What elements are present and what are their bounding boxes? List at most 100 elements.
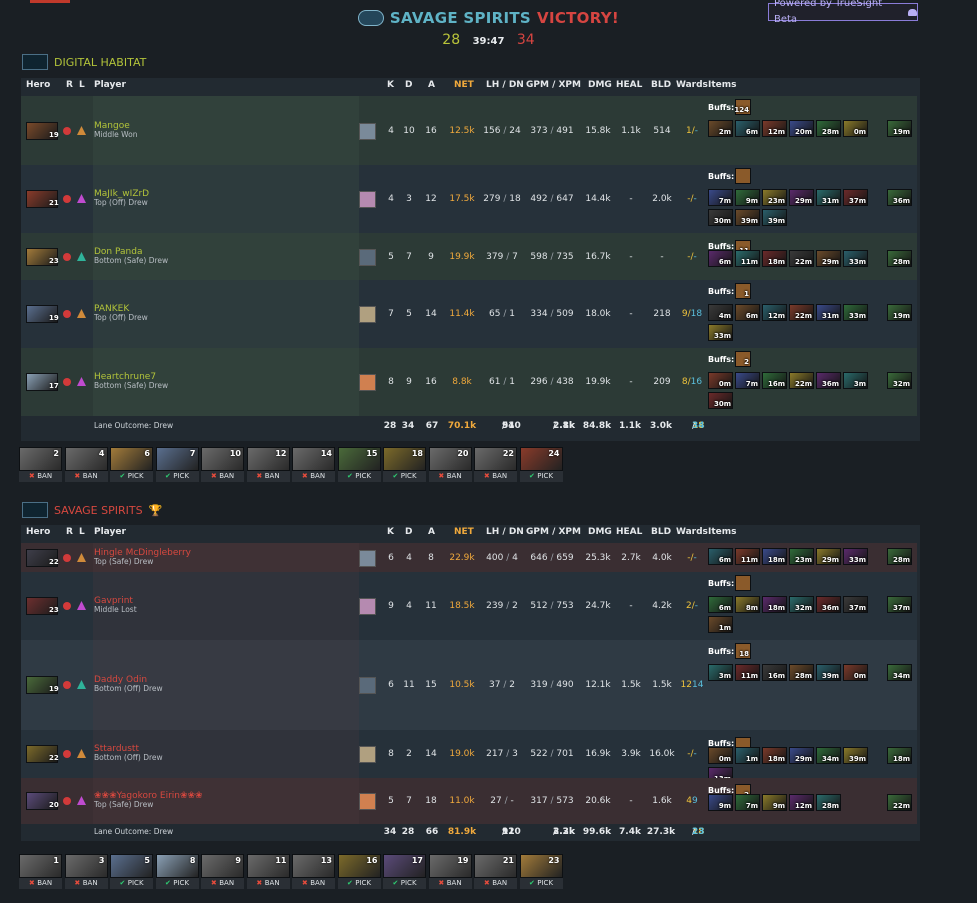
col-d[interactable]: D — [405, 80, 412, 90]
item-icon[interactable]: 12m — [789, 794, 814, 811]
neutral-item-icon[interactable]: 32m — [887, 372, 912, 389]
buff-icon[interactable]: 2 — [735, 351, 751, 367]
player-avatar[interactable] — [359, 793, 376, 810]
item-icon[interactable]: 12m — [762, 120, 787, 137]
buff-icon[interactable] — [735, 575, 751, 591]
item-icon[interactable]: 4m — [708, 304, 733, 321]
item-icon[interactable]: 7m — [735, 372, 760, 389]
col-dmg[interactable]: DMG — [588, 80, 612, 90]
col-items[interactable]: Items — [708, 80, 737, 90]
item-icon[interactable]: 22m — [789, 250, 814, 267]
col-bld[interactable]: BLD — [651, 80, 671, 90]
draft-slot[interactable]: 23 ✔ PICK — [519, 854, 563, 890]
col-lh-dn[interactable]: LH / DN — [486, 527, 524, 537]
hero-portrait[interactable]: 22 — [26, 549, 59, 567]
col-net[interactable]: NET — [454, 527, 474, 537]
neutral-item-icon[interactable]: 19m — [887, 120, 912, 137]
item-icon[interactable]: 39m — [762, 209, 787, 226]
col-r[interactable]: R — [66, 527, 73, 537]
item-icon[interactable]: 32m — [789, 596, 814, 613]
item-icon[interactable]: 7m — [735, 794, 760, 811]
hero-portrait[interactable]: 17 — [26, 373, 59, 391]
item-icon[interactable]: 37m — [843, 189, 868, 206]
neutral-item-icon[interactable]: 22m — [887, 794, 912, 811]
col-d[interactable]: D — [405, 527, 412, 537]
item-icon[interactable]: 22m — [789, 372, 814, 389]
item-icon[interactable]: 23m — [762, 189, 787, 206]
item-icon[interactable]: 2m — [708, 120, 733, 137]
col-a[interactable]: A — [428, 80, 435, 90]
draft-slot[interactable]: 7 ✔ PICK — [155, 447, 199, 483]
draft-slot[interactable]: 9 ✖ BAN — [201, 854, 244, 890]
item-icon[interactable]: 29m — [816, 250, 841, 267]
player-avatar[interactable] — [359, 123, 376, 140]
neutral-item-icon[interactable]: 37m — [887, 596, 912, 613]
item-icon[interactable]: 9m — [735, 189, 760, 206]
col-heal[interactable]: HEAL — [616, 80, 642, 90]
item-icon[interactable]: 8m — [735, 596, 760, 613]
neutral-item-icon[interactable]: 18m — [887, 747, 912, 764]
col-player[interactable]: Player — [94, 80, 126, 90]
draft-slot[interactable]: 3 ✖ BAN — [64, 854, 108, 890]
item-icon[interactable]: 30m — [708, 209, 733, 226]
item-icon[interactable]: 29m — [789, 747, 814, 764]
col-l[interactable]: L — [79, 80, 85, 90]
item-icon[interactable]: 12m — [762, 304, 787, 321]
draft-slot[interactable]: 24 ✔ PICK — [519, 447, 563, 483]
item-icon[interactable]: 1m — [708, 616, 733, 633]
item-icon[interactable]: 33m — [843, 304, 868, 321]
draft-slot[interactable]: 10 ✖ BAN — [201, 447, 244, 483]
item-icon[interactable]: 28m — [816, 120, 841, 137]
draft-slot[interactable]: 18 ✔ PICK — [383, 447, 426, 483]
item-icon[interactable]: 23m — [789, 548, 814, 565]
neutral-item-icon[interactable]: 36m — [887, 189, 912, 206]
item-icon[interactable]: 6m — [708, 596, 733, 613]
neutral-item-icon[interactable]: 28m — [887, 250, 912, 267]
item-icon[interactable]: 22m — [789, 304, 814, 321]
col-gpm-xpm[interactable]: GPM / XPM — [526, 80, 581, 90]
item-icon[interactable]: 6m — [708, 250, 733, 267]
item-icon[interactable]: 18m — [762, 596, 787, 613]
hero-portrait[interactable]: 19 — [26, 676, 59, 694]
item-icon[interactable]: 37m — [843, 596, 868, 613]
item-icon[interactable]: 11m — [735, 548, 760, 565]
col-k[interactable]: K — [387, 80, 394, 90]
item-icon[interactable]: 33m — [708, 324, 733, 341]
item-icon[interactable]: 9m — [708, 794, 733, 811]
draft-slot[interactable]: 1 ✖ BAN — [19, 854, 62, 890]
draft-slot[interactable]: 8 ✔ PICK — [155, 854, 199, 890]
col-hero[interactable]: Hero — [26, 80, 50, 90]
item-icon[interactable]: 7m — [708, 189, 733, 206]
draft-slot[interactable]: 4 ✖ BAN — [64, 447, 108, 483]
radiant-team-name[interactable]: DIGITAL HABITAT — [54, 56, 146, 69]
item-icon[interactable]: 29m — [816, 548, 841, 565]
item-icon[interactable]: 6m — [735, 304, 760, 321]
item-icon[interactable]: 39m — [816, 664, 841, 681]
item-icon[interactable]: 0m — [708, 747, 733, 764]
hero-portrait[interactable]: 19 — [26, 122, 59, 140]
player-avatar[interactable] — [359, 191, 376, 208]
hero-portrait[interactable]: 23 — [26, 248, 59, 266]
item-icon[interactable]: 36m — [816, 596, 841, 613]
col-bld[interactable]: BLD — [651, 527, 671, 537]
draft-slot[interactable]: 11 ✖ BAN — [246, 854, 290, 890]
item-icon[interactable]: 0m — [843, 664, 868, 681]
draft-slot[interactable]: 21 ✖ BAN — [474, 854, 517, 890]
item-icon[interactable]: 3m — [708, 664, 733, 681]
item-icon[interactable]: 36m — [816, 372, 841, 389]
hero-portrait[interactable]: 21 — [26, 190, 59, 208]
item-icon[interactable]: 18m — [762, 747, 787, 764]
draft-slot[interactable]: 14 ✖ BAN — [292, 447, 335, 483]
draft-slot[interactable]: 20 ✖ BAN — [428, 447, 472, 483]
col-dmg[interactable]: DMG — [588, 527, 612, 537]
draft-slot[interactable]: 6 ✔ PICK — [110, 447, 153, 483]
col-k[interactable]: K — [387, 527, 394, 537]
player-avatar[interactable] — [359, 550, 376, 567]
hero-portrait[interactable]: 20 — [26, 792, 59, 810]
item-icon[interactable]: 1m — [735, 747, 760, 764]
item-icon[interactable]: 16m — [762, 664, 787, 681]
item-icon[interactable]: 33m — [843, 250, 868, 267]
player-avatar[interactable] — [359, 306, 376, 323]
buff-icon[interactable]: 18 — [735, 643, 751, 659]
player-avatar[interactable] — [359, 677, 376, 694]
